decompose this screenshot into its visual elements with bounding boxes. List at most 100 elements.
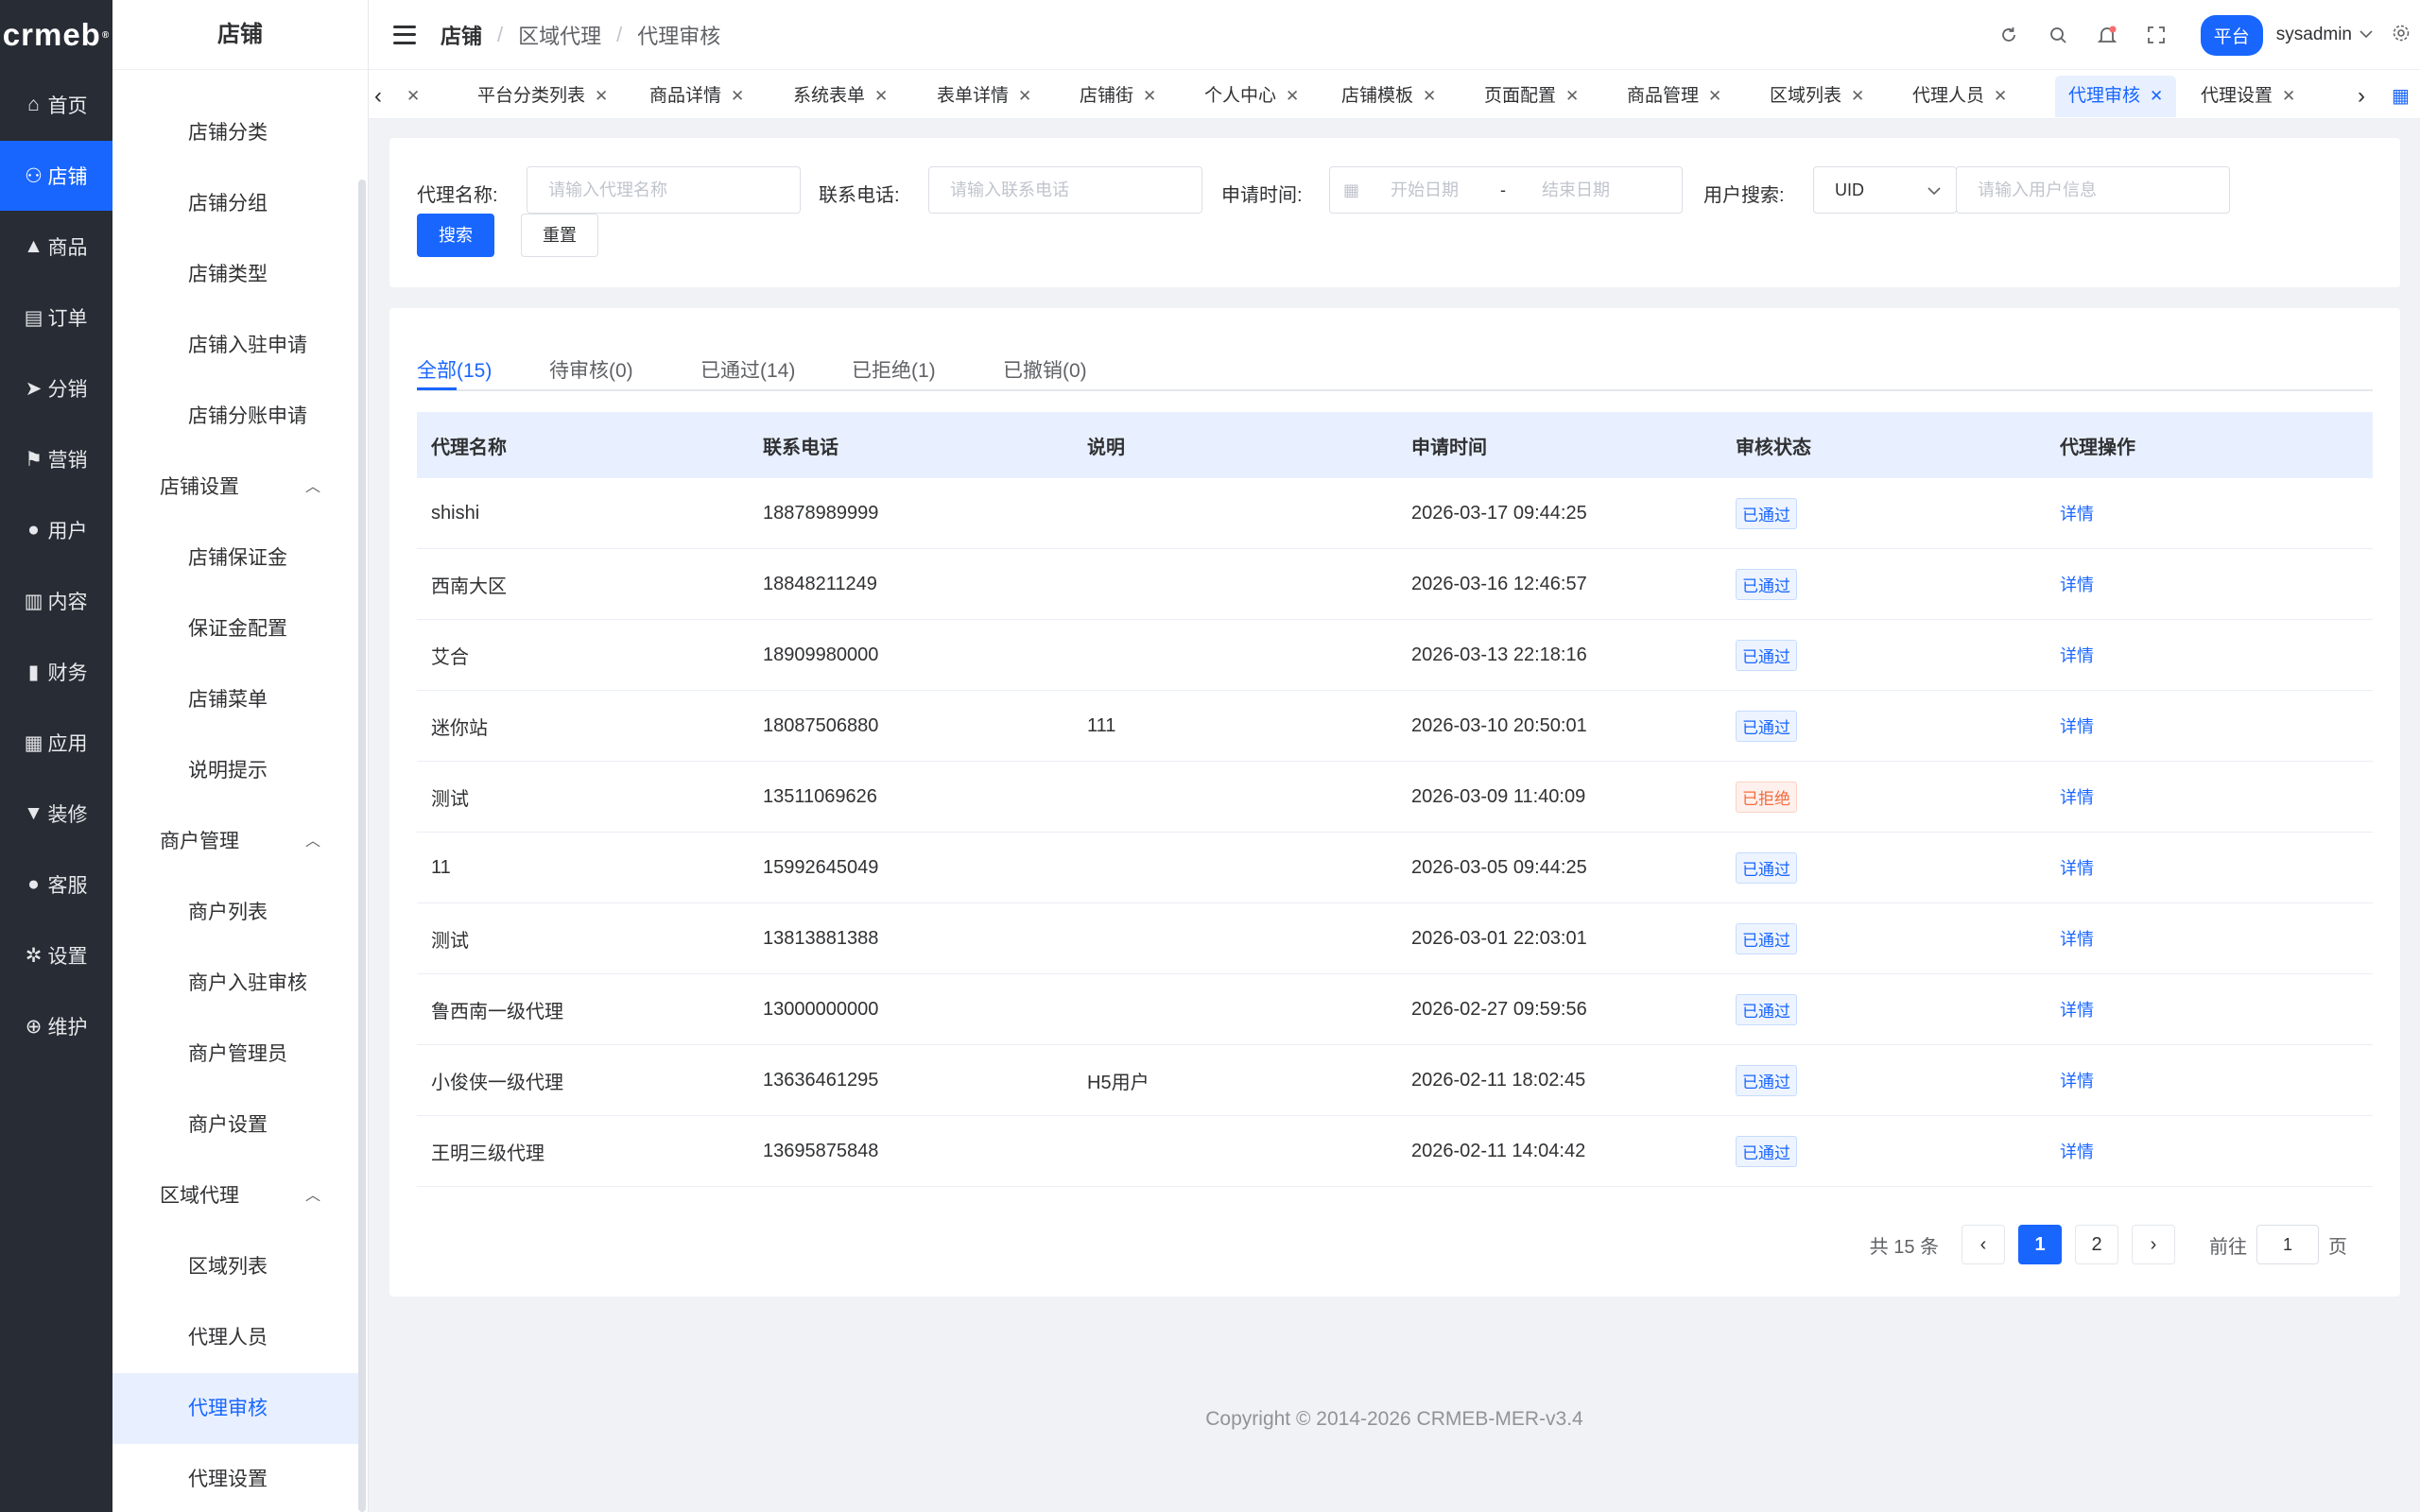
page-tab[interactable]: 商品管理 ✕ <box>1627 76 1721 117</box>
detail-link[interactable]: 详情 <box>2060 1143 2094 1161</box>
tabs-scroll-left-icon[interactable]: ‹ <box>374 76 382 117</box>
rail-item-4[interactable]: ➤ 分销 <box>0 353 112 423</box>
fullscreen-icon[interactable] <box>2142 21 2170 49</box>
sidebar-group[interactable]: 店铺设置 ︿ <box>112 452 360 523</box>
close-icon[interactable]: ✕ <box>2282 87 2295 105</box>
menu-toggle-icon[interactable] <box>393 25 416 44</box>
search-button[interactable]: 搜索 <box>417 214 494 257</box>
detail-link[interactable]: 详情 <box>2060 1001 2094 1020</box>
sidebar-item[interactable]: 说明提示 <box>112 735 360 806</box>
page-tab[interactable]: 区域列表 ✕ <box>1770 76 1864 117</box>
status-tab[interactable]: 全部(15) <box>417 355 492 384</box>
page-tab[interactable]: 店铺街 ✕ <box>1080 76 1156 117</box>
bell-icon[interactable] <box>2093 21 2121 49</box>
sidebar-item[interactable]: 商户管理员 <box>112 1019 360 1090</box>
username-dropdown[interactable]: sysadmin <box>2276 25 2352 45</box>
sidebar-item[interactable]: 保证金配置 <box>112 593 360 664</box>
chevron-down-icon[interactable] <box>2360 26 2373 43</box>
status-tab[interactable]: 已通过(14) <box>700 355 795 384</box>
page-tab[interactable]: ​✕ <box>397 76 420 117</box>
refresh-icon[interactable] <box>1995 21 2023 49</box>
breadcrumb-item-store[interactable]: 店铺 <box>441 20 482 50</box>
close-icon[interactable]: ✕ <box>595 87 608 105</box>
breadcrumb-item-region-agent[interactable]: 区域代理 <box>518 20 601 50</box>
rail-item-6[interactable]: ● 用户 <box>0 495 112 565</box>
prev-page-button[interactable]: ‹ <box>1962 1225 2005 1264</box>
tabs-scroll-right-icon[interactable]: › <box>2358 76 2365 117</box>
status-tab[interactable]: 已拒绝(1) <box>852 355 936 384</box>
close-icon[interactable]: ✕ <box>1018 87 1031 105</box>
page-tab[interactable]: 表单详情 ✕ <box>937 76 1031 117</box>
sidebar-item[interactable]: 商户入驻审核 <box>112 948 360 1019</box>
rail-item-3[interactable]: ▤ 订单 <box>0 283 112 352</box>
page-tab[interactable]: 代理审核 ✕ <box>2055 76 2177 117</box>
detail-link[interactable]: 详情 <box>2060 1072 2094 1091</box>
rail-item-2[interactable]: ▲ 商品 <box>0 212 112 282</box>
rail-item-8[interactable]: ▮ 财务 <box>0 637 112 707</box>
crmeb-logo[interactable]: crmeb ® <box>0 0 112 70</box>
settings-gear-icon[interactable] <box>2392 24 2411 47</box>
close-icon[interactable]: ✕ <box>1423 87 1436 105</box>
close-icon[interactable]: ✕ <box>731 87 744 105</box>
page-tab[interactable]: 店铺模板 ✕ <box>1341 76 1436 117</box>
page-1-button[interactable]: 1 <box>2018 1225 2062 1264</box>
rail-item-0[interactable]: ⌂ 首页 <box>0 70 112 140</box>
detail-link[interactable]: 详情 <box>2060 930 2094 949</box>
end-date-input[interactable]: 结束日期 <box>1542 167 1610 213</box>
close-icon[interactable]: ✕ <box>1708 87 1721 105</box>
page-tab[interactable]: 平台分类列表 ✕ <box>477 76 608 117</box>
sidebar-group[interactable]: 商户管理 ︿ <box>112 806 360 877</box>
user-info-input[interactable]: 请输入用户信息 <box>1956 166 2230 214</box>
page-tab[interactable]: 页面配置 ✕ <box>1484 76 1579 117</box>
page-tab[interactable]: 商品详情 ✕ <box>649 76 744 117</box>
rail-item-13[interactable]: ⊕ 维护 <box>0 991 112 1061</box>
close-icon[interactable]: ✕ <box>874 87 888 105</box>
sidebar-item[interactable]: 商户设置 <box>112 1090 360 1160</box>
detail-link[interactable]: 详情 <box>2060 505 2094 524</box>
page-2-button[interactable]: 2 <box>2075 1225 2118 1264</box>
close-icon[interactable]: ✕ <box>1851 87 1864 105</box>
close-icon[interactable]: ✕ <box>1286 87 1299 105</box>
close-icon[interactable]: ✕ <box>1565 87 1579 105</box>
close-icon[interactable]: ✕ <box>2150 87 2163 105</box>
sidebar-item[interactable]: 代理人员 <box>112 1302 360 1373</box>
sidebar-scrollbar[interactable] <box>358 180 366 1512</box>
agent-name-input[interactable]: 请输入代理名称 <box>527 166 801 214</box>
status-tab[interactable]: 已撤销(0) <box>1003 355 1087 384</box>
rail-item-1[interactable]: ⚇ 店铺 <box>0 141 112 211</box>
close-icon[interactable]: ✕ <box>406 87 420 105</box>
sidebar-item[interactable]: 店铺类型 <box>112 239 360 310</box>
platform-badge[interactable]: 平台 <box>2200 14 2263 56</box>
sidebar-item[interactable]: 店铺分类 <box>112 97 360 168</box>
sidebar-item[interactable]: 代理设置 <box>112 1444 360 1512</box>
start-date-input[interactable]: 开始日期 <box>1391 167 1459 213</box>
sidebar-item[interactable]: 区域列表 <box>112 1231 360 1302</box>
detail-link[interactable]: 详情 <box>2060 646 2094 665</box>
tabs-menu-grid-icon[interactable]: ▦ <box>2392 76 2410 117</box>
next-page-button[interactable]: › <box>2132 1225 2175 1264</box>
sidebar-item[interactable]: 店铺保证金 <box>112 523 360 593</box>
reset-button[interactable]: 重置 <box>521 214 598 257</box>
sidebar-item[interactable]: 店铺入驻申请 <box>112 310 360 381</box>
detail-link[interactable]: 详情 <box>2060 717 2094 736</box>
detail-link[interactable]: 详情 <box>2060 576 2094 594</box>
sidebar-item[interactable]: 店铺分账申请 <box>112 381 360 452</box>
page-tab[interactable]: 代理设置 ✕ <box>2201 76 2295 117</box>
goto-page-input[interactable]: 1 <box>2256 1225 2319 1264</box>
detail-link[interactable]: 详情 <box>2060 859 2094 878</box>
page-tab[interactable]: 个人中心 ✕ <box>1204 76 1299 117</box>
page-tab[interactable]: 代理人员 ✕ <box>1912 76 2007 117</box>
close-icon[interactable]: ✕ <box>1143 87 1156 105</box>
sidebar-item[interactable]: 店铺分组 <box>112 168 360 239</box>
rail-item-10[interactable]: ▼ 装修 <box>0 779 112 849</box>
rail-item-11[interactable]: ● 客服 <box>0 850 112 919</box>
page-tab[interactable]: 系统表单 ✕ <box>793 76 888 117</box>
phone-input[interactable]: 请输入联系电话 <box>928 166 1202 214</box>
rail-item-12[interactable]: ✲ 设置 <box>0 920 112 990</box>
rail-item-5[interactable]: ⚑ 营销 <box>0 424 112 494</box>
rail-item-9[interactable]: ▦ 应用 <box>0 708 112 778</box>
search-icon[interactable] <box>2044 21 2072 49</box>
sidebar-item[interactable]: 代理审核 <box>112 1373 360 1444</box>
status-tab[interactable]: 待审核(0) <box>549 355 633 384</box>
detail-link[interactable]: 详情 <box>2060 788 2094 807</box>
